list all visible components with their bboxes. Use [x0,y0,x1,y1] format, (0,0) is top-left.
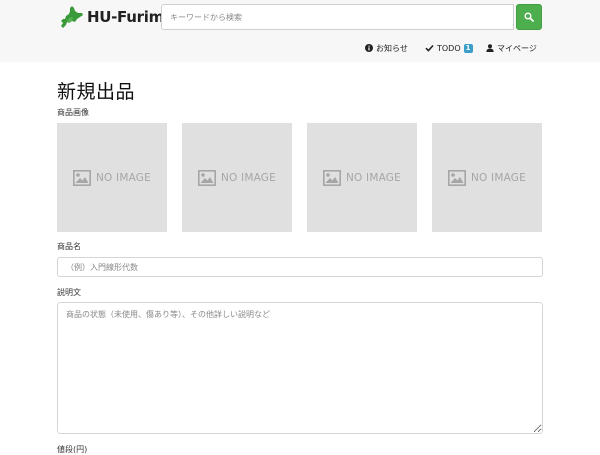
nav-mypage[interactable]: マイページ [486,41,537,55]
todo-count-badge: 1 [463,43,473,53]
description-textarea[interactable] [57,302,543,434]
image-slot-1[interactable]: NO IMAGE [57,123,167,232]
nav-notices[interactable]: お知らせ [365,41,408,55]
image-slot-4[interactable]: NO IMAGE [432,123,542,232]
no-image-text: NO IMAGE [471,171,526,184]
page-title: 新規出品 [57,81,136,103]
search-input[interactable] [161,4,514,30]
no-image-text: NO IMAGE [96,171,151,184]
check-icon [425,44,434,52]
picture-icon [73,169,91,186]
image-slot-3[interactable]: NO IMAGE [307,123,417,232]
image-label: 商品画像 [57,108,89,117]
no-image-text: NO IMAGE [221,171,276,184]
description-label: 説明文 [57,288,81,297]
hokkaido-map-icon [61,6,83,28]
name-label: 商品名 [57,242,81,251]
info-circle-icon [365,44,373,52]
picture-icon [323,169,341,186]
search-button[interactable] [516,4,542,30]
user-icon [486,44,494,52]
nav-mypage-label: マイページ [497,43,537,53]
nav-notices-label: お知らせ [376,43,408,53]
nav-todo[interactable]: TODO 1 [425,41,473,55]
search-icon [524,12,534,22]
product-name-input[interactable] [57,257,543,277]
no-image-text: NO IMAGE [346,171,401,184]
picture-icon [198,169,216,186]
header: HU-Furima お知らせ TODO 1 マイページ [0,0,600,62]
site-logo[interactable]: HU-Furima [58,5,174,29]
price-label: 値段(円) [57,445,88,454]
picture-icon [448,169,466,186]
image-slot-2[interactable]: NO IMAGE [182,123,292,232]
nav-todo-label: TODO [437,43,461,53]
